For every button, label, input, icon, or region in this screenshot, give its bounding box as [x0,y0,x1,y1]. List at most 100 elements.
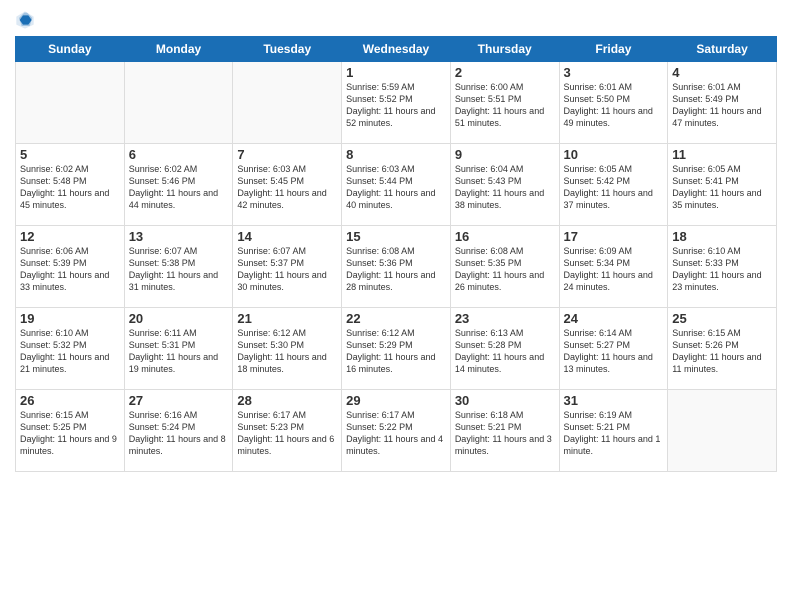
calendar-cell: 18Sunrise: 6:10 AM Sunset: 5:33 PM Dayli… [668,226,777,308]
day-number: 22 [346,311,446,326]
cell-info: Sunrise: 6:13 AM Sunset: 5:28 PM Dayligh… [455,327,555,376]
calendar-cell: 4Sunrise: 6:01 AM Sunset: 5:49 PM Daylig… [668,62,777,144]
cell-info: Sunrise: 6:07 AM Sunset: 5:38 PM Dayligh… [129,245,229,294]
calendar-cell: 19Sunrise: 6:10 AM Sunset: 5:32 PM Dayli… [16,308,125,390]
cell-info: Sunrise: 6:02 AM Sunset: 5:48 PM Dayligh… [20,163,120,212]
day-number: 9 [455,147,555,162]
cell-info: Sunrise: 6:01 AM Sunset: 5:49 PM Dayligh… [672,81,772,130]
calendar-cell: 2Sunrise: 6:00 AM Sunset: 5:51 PM Daylig… [450,62,559,144]
logo-icon [15,10,35,30]
cell-info: Sunrise: 6:00 AM Sunset: 5:51 PM Dayligh… [455,81,555,130]
cell-info: Sunrise: 6:15 AM Sunset: 5:25 PM Dayligh… [20,409,120,458]
week-row-3: 12Sunrise: 6:06 AM Sunset: 5:39 PM Dayli… [16,226,777,308]
cell-info: Sunrise: 6:07 AM Sunset: 5:37 PM Dayligh… [237,245,337,294]
calendar-cell: 31Sunrise: 6:19 AM Sunset: 5:21 PM Dayli… [559,390,668,472]
week-row-5: 26Sunrise: 6:15 AM Sunset: 5:25 PM Dayli… [16,390,777,472]
cell-info: Sunrise: 6:17 AM Sunset: 5:22 PM Dayligh… [346,409,446,458]
day-number: 24 [564,311,664,326]
day-number: 10 [564,147,664,162]
day-number: 16 [455,229,555,244]
calendar-cell: 12Sunrise: 6:06 AM Sunset: 5:39 PM Dayli… [16,226,125,308]
cell-info: Sunrise: 6:15 AM Sunset: 5:26 PM Dayligh… [672,327,772,376]
day-number: 30 [455,393,555,408]
week-row-4: 19Sunrise: 6:10 AM Sunset: 5:32 PM Dayli… [16,308,777,390]
day-number: 25 [672,311,772,326]
calendar-cell: 30Sunrise: 6:18 AM Sunset: 5:21 PM Dayli… [450,390,559,472]
day-number: 4 [672,65,772,80]
cell-info: Sunrise: 5:59 AM Sunset: 5:52 PM Dayligh… [346,81,446,130]
day-number: 7 [237,147,337,162]
calendar-cell: 20Sunrise: 6:11 AM Sunset: 5:31 PM Dayli… [124,308,233,390]
header [15,10,777,30]
calendar-cell: 17Sunrise: 6:09 AM Sunset: 5:34 PM Dayli… [559,226,668,308]
day-number: 26 [20,393,120,408]
day-number: 18 [672,229,772,244]
cell-info: Sunrise: 6:05 AM Sunset: 5:42 PM Dayligh… [564,163,664,212]
day-number: 1 [346,65,446,80]
calendar-cell: 5Sunrise: 6:02 AM Sunset: 5:48 PM Daylig… [16,144,125,226]
day-number: 27 [129,393,229,408]
weekday-header-friday: Friday [559,37,668,62]
weekday-header-thursday: Thursday [450,37,559,62]
cell-info: Sunrise: 6:04 AM Sunset: 5:43 PM Dayligh… [455,163,555,212]
day-number: 31 [564,393,664,408]
cell-info: Sunrise: 6:12 AM Sunset: 5:29 PM Dayligh… [346,327,446,376]
calendar-cell: 1Sunrise: 5:59 AM Sunset: 5:52 PM Daylig… [342,62,451,144]
cell-info: Sunrise: 6:18 AM Sunset: 5:21 PM Dayligh… [455,409,555,458]
weekday-header-monday: Monday [124,37,233,62]
cell-info: Sunrise: 6:17 AM Sunset: 5:23 PM Dayligh… [237,409,337,458]
cell-info: Sunrise: 6:02 AM Sunset: 5:46 PM Dayligh… [129,163,229,212]
cell-info: Sunrise: 6:06 AM Sunset: 5:39 PM Dayligh… [20,245,120,294]
calendar-cell: 21Sunrise: 6:12 AM Sunset: 5:30 PM Dayli… [233,308,342,390]
calendar-cell: 22Sunrise: 6:12 AM Sunset: 5:29 PM Dayli… [342,308,451,390]
weekday-header-tuesday: Tuesday [233,37,342,62]
day-number: 5 [20,147,120,162]
calendar-cell: 9Sunrise: 6:04 AM Sunset: 5:43 PM Daylig… [450,144,559,226]
calendar-cell: 25Sunrise: 6:15 AM Sunset: 5:26 PM Dayli… [668,308,777,390]
calendar-cell: 28Sunrise: 6:17 AM Sunset: 5:23 PM Dayli… [233,390,342,472]
calendar-cell: 3Sunrise: 6:01 AM Sunset: 5:50 PM Daylig… [559,62,668,144]
cell-info: Sunrise: 6:10 AM Sunset: 5:32 PM Dayligh… [20,327,120,376]
cell-info: Sunrise: 6:19 AM Sunset: 5:21 PM Dayligh… [564,409,664,458]
cell-info: Sunrise: 6:08 AM Sunset: 5:35 PM Dayligh… [455,245,555,294]
calendar-cell: 29Sunrise: 6:17 AM Sunset: 5:22 PM Dayli… [342,390,451,472]
day-number: 29 [346,393,446,408]
cell-info: Sunrise: 6:11 AM Sunset: 5:31 PM Dayligh… [129,327,229,376]
day-number: 28 [237,393,337,408]
calendar-table: SundayMondayTuesdayWednesdayThursdayFrid… [15,36,777,472]
calendar-cell: 23Sunrise: 6:13 AM Sunset: 5:28 PM Dayli… [450,308,559,390]
cell-info: Sunrise: 6:10 AM Sunset: 5:33 PM Dayligh… [672,245,772,294]
cell-info: Sunrise: 6:08 AM Sunset: 5:36 PM Dayligh… [346,245,446,294]
calendar-cell [124,62,233,144]
calendar-cell [233,62,342,144]
week-row-2: 5Sunrise: 6:02 AM Sunset: 5:48 PM Daylig… [16,144,777,226]
cell-info: Sunrise: 6:05 AM Sunset: 5:41 PM Dayligh… [672,163,772,212]
calendar-cell: 15Sunrise: 6:08 AM Sunset: 5:36 PM Dayli… [342,226,451,308]
calendar-cell: 7Sunrise: 6:03 AM Sunset: 5:45 PM Daylig… [233,144,342,226]
calendar-cell: 27Sunrise: 6:16 AM Sunset: 5:24 PM Dayli… [124,390,233,472]
logo [15,10,37,30]
day-number: 23 [455,311,555,326]
day-number: 17 [564,229,664,244]
calendar-cell: 10Sunrise: 6:05 AM Sunset: 5:42 PM Dayli… [559,144,668,226]
weekday-header-sunday: Sunday [16,37,125,62]
day-number: 3 [564,65,664,80]
day-number: 12 [20,229,120,244]
day-number: 2 [455,65,555,80]
calendar-cell: 6Sunrise: 6:02 AM Sunset: 5:46 PM Daylig… [124,144,233,226]
calendar-cell [668,390,777,472]
weekday-header-wednesday: Wednesday [342,37,451,62]
cell-info: Sunrise: 6:01 AM Sunset: 5:50 PM Dayligh… [564,81,664,130]
calendar-body: 1Sunrise: 5:59 AM Sunset: 5:52 PM Daylig… [16,62,777,472]
day-number: 11 [672,147,772,162]
calendar-cell [16,62,125,144]
calendar-cell: 14Sunrise: 6:07 AM Sunset: 5:37 PM Dayli… [233,226,342,308]
day-number: 13 [129,229,229,244]
weekday-header-saturday: Saturday [668,37,777,62]
day-number: 15 [346,229,446,244]
page: SundayMondayTuesdayWednesdayThursdayFrid… [0,0,792,612]
cell-info: Sunrise: 6:12 AM Sunset: 5:30 PM Dayligh… [237,327,337,376]
day-number: 21 [237,311,337,326]
calendar-cell: 13Sunrise: 6:07 AM Sunset: 5:38 PM Dayli… [124,226,233,308]
weekday-header-row: SundayMondayTuesdayWednesdayThursdayFrid… [16,37,777,62]
